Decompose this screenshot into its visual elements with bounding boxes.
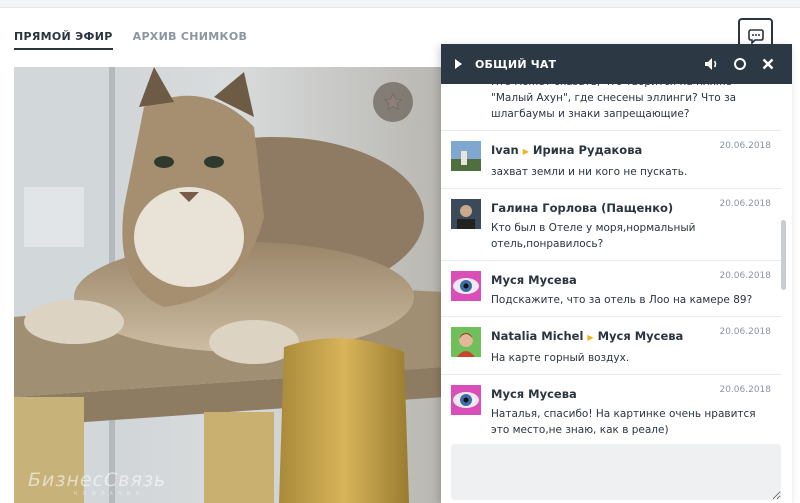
message-date: 20.06.2018 — [719, 141, 771, 151]
circle-icon — [734, 58, 746, 70]
chat-title: ОБЩИЙ ЧАТ — [475, 57, 557, 71]
speaker-icon — [705, 58, 717, 70]
chat-panel: ОБЩИЙ ЧАТ Кто может сказать, что творитс… — [441, 44, 792, 503]
chat-header: ОБЩИЙ ЧАТ — [441, 44, 792, 84]
play-icon — [455, 59, 462, 69]
recipient-name[interactable]: Муся Мусева — [598, 329, 684, 343]
chat-message: Муся Мусева 20.06.2018 Наталья, спасибо!… — [441, 375, 781, 444]
avatar — [451, 271, 481, 301]
chat-messages[interactable]: Кто может сказать, что творится на пляже… — [441, 84, 781, 444]
reply-arrow-icon: ▶ — [522, 147, 529, 156]
avatar — [451, 141, 481, 171]
close-chat-button[interactable] — [754, 52, 782, 76]
message-date: 20.06.2018 — [719, 327, 771, 337]
chat-message: Кто может сказать, что творится на пляже… — [441, 84, 781, 131]
status-button[interactable] — [726, 52, 754, 76]
sound-button[interactable] — [698, 52, 726, 76]
play-button[interactable] — [451, 52, 465, 76]
chat-message-input[interactable] — [451, 444, 781, 500]
avatar — [451, 199, 481, 229]
top-bar — [0, 0, 800, 8]
sender-name[interactable]: Natalia Michel — [491, 329, 583, 343]
chat-scrollbar[interactable] — [781, 220, 786, 290]
sender-name[interactable]: Ivan — [491, 143, 519, 157]
message-date: 20.06.2018 — [719, 271, 771, 281]
reply-arrow-icon: ▶ — [587, 333, 594, 342]
avatar — [451, 327, 481, 357]
close-icon — [762, 58, 774, 70]
watermark-logo: БизнесСвязь — [28, 469, 167, 491]
live-video[interactable]: БизнесСвязь КОМПАНИЯ — [14, 67, 444, 503]
chat-message: Галина Горлова (Пащенко) 20.06.2018 Кто … — [441, 189, 781, 261]
avatar — [451, 385, 481, 415]
message-text: захват земли и ни кого не пускать. — [491, 166, 688, 178]
chat-bubble-icon — [747, 28, 764, 44]
sender-name[interactable]: Муся Мусева — [491, 387, 577, 401]
message-text: Наталья, спасибо! На картинке очень нрав… — [491, 408, 756, 436]
chat-message: Natalia Michel ▶ Муся Мусева 20.06.2018 На… — [441, 317, 781, 375]
message-date: 20.06.2018 — [719, 385, 771, 395]
message-date: 20.06.2018 — [719, 199, 771, 209]
tab-live[interactable]: ПРЯМОЙ ЭФИР — [14, 30, 113, 50]
watermark-subtitle: КОМПАНИЯ — [74, 491, 144, 497]
sender-name[interactable]: Галина Горлова (Пащенко) — [491, 201, 673, 215]
tab-bar: ПРЯМОЙ ЭФИР АРХИВ СНИМКОВ — [14, 30, 247, 50]
star-icon — [383, 92, 403, 111]
chat-message: Муся Мусева 20.06.2018 Подскажите, что з… — [441, 261, 781, 317]
message-text: На карте горный воздух. — [491, 352, 630, 364]
recipient-name[interactable]: Ирина Рудакова — [533, 143, 642, 157]
message-text: Кто был в Отеле у моря,нормальный отель,… — [491, 222, 696, 250]
tab-archive[interactable]: АРХИВ СНИМКОВ — [133, 30, 248, 50]
message-text: Кто может сказать, что творится на пляже… — [491, 84, 737, 120]
favorite-button[interactable] — [373, 82, 413, 122]
message-text: Подскажите, что за отель в Лоо на камере… — [491, 294, 753, 306]
chat-message: Ivan ▶ Ирина Рудакова 20.06.2018 захват зе… — [441, 131, 781, 189]
sender-name[interactable]: Муся Мусева — [491, 273, 577, 287]
video-frame — [14, 67, 444, 503]
